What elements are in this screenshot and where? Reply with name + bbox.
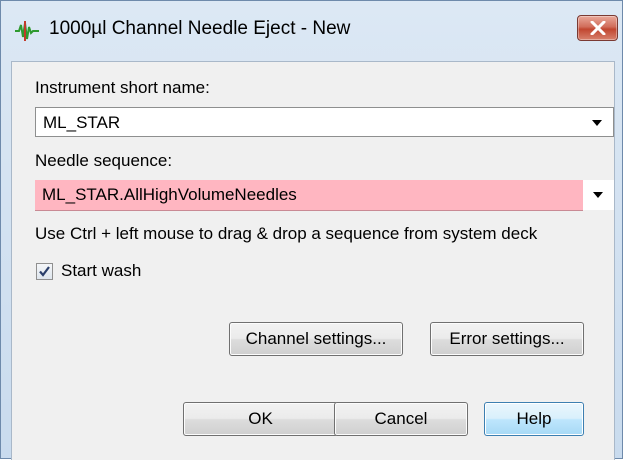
chevron-down-icon <box>592 120 602 126</box>
start-wash-label: Start wash <box>61 261 142 280</box>
checkmark-icon <box>39 266 50 277</box>
needle-sequence-value: ML_STAR.AllHighVolumeNeedles <box>42 185 297 204</box>
dialog-client-area: Instrument short name: ML_STAR Needle se… <box>11 61 615 460</box>
needle-sequence-label: Needle sequence: <box>35 151 173 170</box>
close-icon <box>590 21 606 35</box>
close-button[interactable] <box>577 15 618 41</box>
needle-sequence-select[interactable]: ML_STAR.AllHighVolumeNeedles <box>35 180 614 211</box>
ok-button[interactable]: OK <box>183 402 338 436</box>
error-settings-button[interactable]: Error settings... <box>430 322 584 356</box>
chevron-down-icon <box>593 192 603 198</box>
title-bar[interactable]: 1000µl Channel Needle Eject - New <box>1 1 622 61</box>
drag-drop-hint: Use Ctrl + left mouse to drag & drop a s… <box>35 224 538 243</box>
instrument-label: Instrument short name: <box>35 78 210 97</box>
instrument-select[interactable]: ML_STAR <box>35 107 614 137</box>
channel-settings-button[interactable]: Channel settings... <box>229 322 403 356</box>
window-title: 1000µl Channel Needle Eject - New <box>49 18 351 39</box>
dialog-window: 1000µl Channel Needle Eject - New Instru… <box>0 0 623 460</box>
help-button[interactable]: Help <box>484 402 584 436</box>
hamilton-channel-icon <box>15 21 39 41</box>
start-wash-checkbox[interactable] <box>36 263 53 280</box>
instrument-value: ML_STAR <box>43 113 121 132</box>
cancel-button[interactable]: Cancel <box>334 402 468 436</box>
